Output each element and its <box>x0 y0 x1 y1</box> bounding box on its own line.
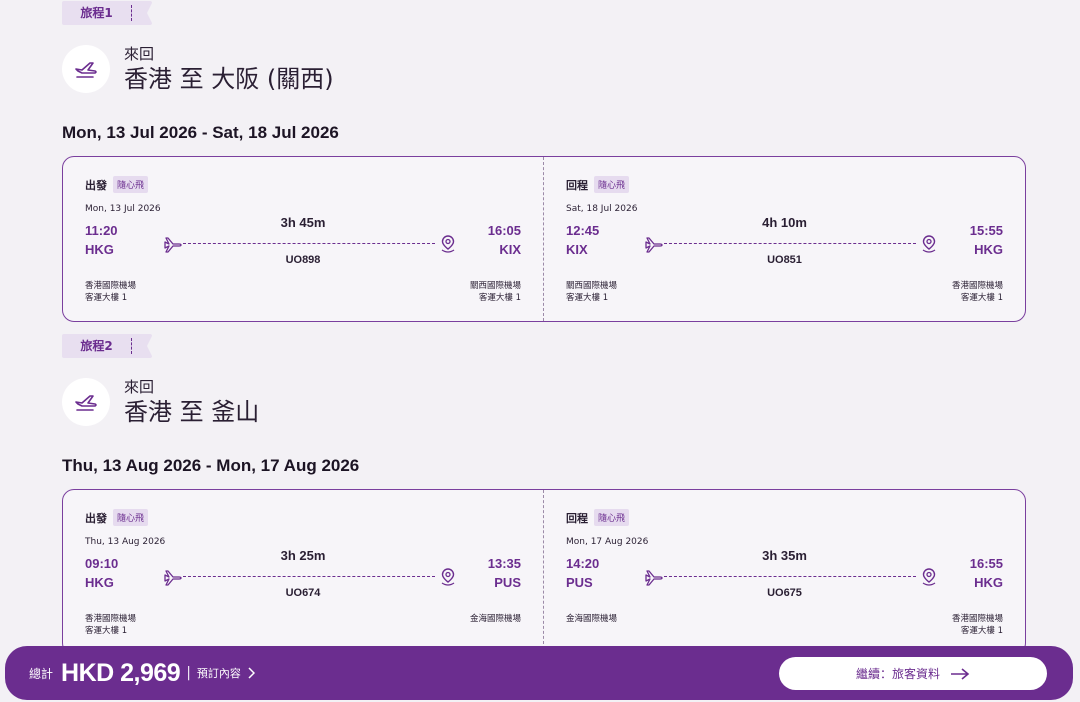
leg-direction: 出發 <box>85 178 107 192</box>
leg-direction: 出發 <box>85 511 107 525</box>
route-header-1: 來回 香港 至 大阪 (關西) <box>62 44 334 94</box>
flight-duration: 3h 35m <box>762 548 807 563</box>
separator: | <box>186 665 191 681</box>
departure-airport: 香港國際機場 客運大樓 1 <box>85 280 136 304</box>
fare-badge: 隨心飛 <box>594 509 630 526</box>
flight-duration: 3h 25m <box>280 548 326 563</box>
airport-name: 香港國際機場 <box>951 614 1003 624</box>
flight-number: UO675 <box>767 587 802 599</box>
fare-badge: 隨心飛 <box>594 176 630 193</box>
flight-card-1: 出發 隨心飛 Mon, 13 Jul 2026 11:20 HKG 16:05 K… <box>62 156 1026 322</box>
flight-duration: 3h 45m <box>280 215 326 230</box>
flight-card-2: 出發 隨心飛 Thu, 13 Aug 2026 09:10 HKG 13:35 P… <box>62 489 1026 655</box>
takeoff-icon <box>62 378 110 426</box>
route-line <box>664 576 916 577</box>
leg-date: Mon, 13 Jul 2026 <box>85 204 161 214</box>
trip-type: 來回 <box>124 378 155 396</box>
flight-duration: 4h 10m <box>762 215 807 230</box>
route-name: 香港 至 大阪 (關西) <box>124 65 334 93</box>
terminal: 客運大樓 1 <box>85 626 128 636</box>
trip-date-range: Thu, 13 Aug 2026 - Mon, 17 Aug 2026 <box>62 456 360 475</box>
flight-track <box>163 567 457 587</box>
terminal: 客運大樓 1 <box>960 626 1003 636</box>
continue-button[interactable]: 繼續：旅客資料 <box>779 657 1047 690</box>
trip-tag-1: 旅程1 <box>62 1 153 25</box>
arrow-right-icon <box>950 667 970 680</box>
leg-date: Sat, 18 Jul 2026 <box>566 204 638 214</box>
outbound-leg: 出發 隨心飛 Thu, 13 Aug 2026 09:10 HKG 13:35 P… <box>63 490 544 654</box>
return-leg: 回程 隨心飛 Sat, 18 Jul 2026 12:45 KIX 15:55 H… <box>544 157 1025 321</box>
airport-name: 關西國際機場 <box>469 281 521 291</box>
departure-airport: 香港國際機場 客運大樓 1 <box>85 613 136 637</box>
continue-label: 繼續：旅客資料 <box>855 667 940 681</box>
flight-track <box>163 234 457 254</box>
leg-date: Thu, 13 Aug 2026 <box>85 537 166 547</box>
route-name: 香港 至 釜山 <box>124 398 260 426</box>
route-line <box>664 243 916 244</box>
arrival-airport: 香港國際機場客運大樓 1 <box>952 613 1003 637</box>
arrival-airport: 金海國際機場 <box>470 613 521 625</box>
route-line <box>183 576 435 577</box>
total-label: 總計 <box>29 666 54 681</box>
trip-tag-2: 旅程2 <box>62 334 153 358</box>
flight-track <box>644 567 938 587</box>
arrival-airport: 香港國際機場客運大樓 1 <box>952 280 1003 304</box>
flight-number: UO851 <box>767 254 802 266</box>
terminal: 客運大樓 1 <box>85 293 128 303</box>
flight-number: UO898 <box>285 254 321 266</box>
booking-footer-bar: 總計 HKD 2,969 | 預訂內容 繼續：旅客資料 <box>5 646 1073 700</box>
airport-name: 關西國際機場 <box>566 281 618 291</box>
airport-name: 香港國際機場 <box>951 281 1003 291</box>
outbound-leg: 出發 隨心飛 Mon, 13 Jul 2026 11:20 HKG 16:05 K… <box>63 157 544 321</box>
takeoff-icon <box>62 45 110 93</box>
terminal: 客運大樓 1 <box>960 293 1003 303</box>
fare-badge: 隨心飛 <box>113 509 149 526</box>
route-header-2: 來回 香港 至 釜山 <box>62 377 259 427</box>
airport-name: 香港國際機場 <box>85 281 137 291</box>
leg-direction: 回程 <box>566 178 588 192</box>
booking-details-label: 預訂內容 <box>196 667 241 680</box>
departure-airport: 金海國際機場 <box>566 613 617 625</box>
booking-details-link[interactable]: 預訂內容 <box>197 665 255 681</box>
terminal: 客運大樓 1 <box>478 293 521 303</box>
arrival-airport: 關西國際機場客運大樓 1 <box>470 280 521 304</box>
total-amount: HKD 2,969 <box>61 658 181 687</box>
flight-track <box>644 234 938 254</box>
return-leg: 回程 隨心飛 Mon, 17 Aug 2026 14:20 PUS 16:55 H… <box>544 490 1025 654</box>
trip-type: 來回 <box>124 45 155 63</box>
trip-tag-label: 旅程2 <box>62 338 132 354</box>
airport-name: 香港國際機場 <box>85 614 137 624</box>
leg-date: Mon, 17 Aug 2026 <box>566 537 649 547</box>
flight-number: UO674 <box>285 587 321 599</box>
route-line <box>183 243 435 244</box>
departure-airport: 關西國際機場 客運大樓 1 <box>566 280 617 304</box>
terminal: 客運大樓 1 <box>566 293 609 303</box>
trip-date-range: Mon, 13 Jul 2026 - Sat, 18 Jul 2026 <box>62 123 339 142</box>
fare-badge: 隨心飛 <box>113 176 149 193</box>
trip-tag-label: 旅程1 <box>62 5 132 21</box>
airport-name: 金海國際機場 <box>566 614 618 624</box>
chevron-right-icon <box>247 667 255 679</box>
leg-direction: 回程 <box>566 511 588 525</box>
airport-name: 金海國際機場 <box>469 614 521 624</box>
